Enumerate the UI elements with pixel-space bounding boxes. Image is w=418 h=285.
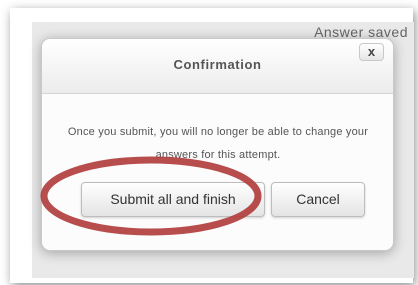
dialog-message: Once you submit, you will no longer be a… [67, 126, 369, 161]
submit-all-and-finish-button[interactable]: Submit all and finish [81, 182, 265, 217]
confirmation-dialog: Confirmation x Once you submit, you will… [41, 38, 394, 251]
cancel-button[interactable]: Cancel [271, 182, 365, 217]
dialog-header: Confirmation x [42, 39, 393, 94]
dialog-title: Confirmation [173, 57, 262, 72]
close-icon: x [367, 44, 376, 59]
close-button[interactable]: x [359, 43, 384, 61]
